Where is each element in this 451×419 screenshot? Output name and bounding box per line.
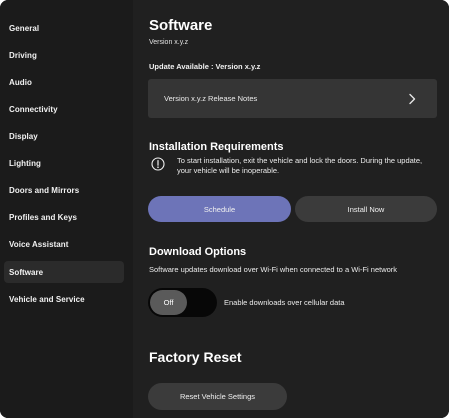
install-now-button[interactable]: Install Now <box>295 196 437 222</box>
sidebar-item-connectivity[interactable]: Connectivity <box>4 98 124 120</box>
sidebar-item-lighting[interactable]: Lighting <box>4 152 124 174</box>
installation-requirements-text: To start installation, exit the vehicle … <box>177 156 423 175</box>
installation-requirements-title: Installation Requirements <box>149 141 284 153</box>
download-options-description: Software updates download over Wi-Fi whe… <box>149 265 398 274</box>
release-notes-label: Version x.y.z Release Notes <box>164 94 258 103</box>
cellular-download-label: Enable downloads over cellular data <box>224 298 345 307</box>
chevron-right-icon <box>409 93 416 104</box>
sidebar-item-profiles-and-keys[interactable]: Profiles and Keys <box>4 206 124 228</box>
cellular-download-toggle[interactable]: Off <box>148 288 217 317</box>
sidebar-item-doors-and-mirrors[interactable]: Doors and Mirrors <box>4 179 124 201</box>
schedule-button[interactable]: Schedule <box>148 196 291 222</box>
settings-sidebar: General Driving Audio Connectivity Displ… <box>0 0 133 418</box>
reset-vehicle-settings-button[interactable]: Reset Vehicle Settings <box>148 383 287 410</box>
sidebar-item-display[interactable]: Display <box>4 125 124 147</box>
info-icon <box>151 157 165 171</box>
settings-content: Software Version x.y.z Update Available … <box>133 0 449 418</box>
toggle-knob: Off <box>150 290 187 315</box>
sidebar-item-general[interactable]: General <box>4 17 124 39</box>
sidebar-item-voice-assistant[interactable]: Voice Assistant <box>4 233 124 255</box>
sidebar-item-driving[interactable]: Driving <box>4 44 124 66</box>
sidebar-item-software[interactable]: Software <box>4 261 124 283</box>
update-available-text: Update Available : Version x.y.z <box>149 62 261 71</box>
sidebar-item-audio[interactable]: Audio <box>4 71 124 93</box>
page-title: Software <box>149 17 213 34</box>
release-notes-row[interactable]: Version x.y.z Release Notes <box>148 79 437 118</box>
download-options-title: Download Options <box>149 246 247 258</box>
settings-screen: General Driving Audio Connectivity Displ… <box>0 0 449 418</box>
factory-reset-title: Factory Reset <box>149 349 242 365</box>
sidebar-item-vehicle-and-service[interactable]: Vehicle and Service <box>4 288 124 310</box>
current-version: Version x.y.z <box>149 39 189 46</box>
